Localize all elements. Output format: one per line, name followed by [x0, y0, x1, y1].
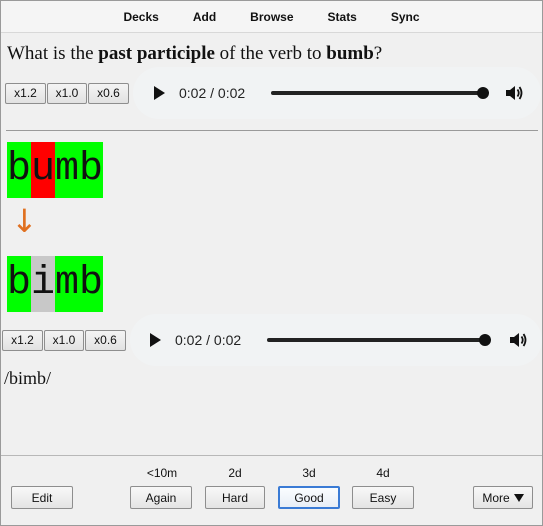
- word-segment: mb: [55, 142, 104, 198]
- triangle-down-icon: [513, 493, 524, 502]
- nav-decks[interactable]: Decks: [106, 10, 175, 24]
- word-segment: b: [7, 142, 32, 198]
- audio-progress-knob[interactable]: [479, 334, 492, 346]
- word-segment: mb: [55, 256, 104, 312]
- audio-row-answer: x1.2 x1.0 x0.6 0:02 / 0:02: [2, 314, 542, 366]
- word-segment-changed: u: [31, 142, 56, 198]
- volume-icon[interactable]: [508, 330, 528, 350]
- edit-button[interactable]: Edit: [11, 486, 73, 509]
- audio-player: 0:02 / 0:02: [133, 67, 541, 119]
- volume-icon[interactable]: [504, 83, 524, 103]
- speed-1-0-button[interactable]: x1.0: [44, 329, 84, 351]
- audio-progress-bar[interactable]: [271, 87, 490, 99]
- play-icon[interactable]: [154, 86, 165, 100]
- speed-buttons: x1.2 x1.0 x0.6: [2, 329, 126, 351]
- nav-stats[interactable]: Stats: [311, 10, 374, 24]
- nav-browse[interactable]: Browse: [233, 10, 310, 24]
- top-nav: Decks Add Browse Stats Sync: [1, 1, 542, 33]
- due-easy: 4d: [376, 466, 390, 480]
- ipa-transcription: /bimb/: [4, 368, 52, 388]
- more-button[interactable]: More: [473, 486, 533, 509]
- nav-add[interactable]: Add: [176, 10, 233, 24]
- nav-sync[interactable]: Sync: [374, 10, 437, 24]
- due-hard: 2d: [228, 466, 242, 480]
- speed-1-2-button[interactable]: x1.2: [5, 82, 46, 104]
- word-before: b u mb: [7, 142, 104, 198]
- due-again: <10m: [146, 466, 178, 480]
- speed-buttons: x1.2 x1.0 x0.6: [5, 82, 129, 104]
- speed-0-6-button[interactable]: x0.6: [88, 82, 129, 104]
- speed-0-6-button[interactable]: x0.6: [85, 329, 126, 351]
- hard-button[interactable]: Hard: [205, 486, 265, 509]
- audio-time: 0:02 / 0:02: [175, 332, 242, 348]
- more-label: More: [482, 490, 510, 505]
- down-arrow-icon: ↓: [11, 202, 38, 240]
- speed-1-0-button[interactable]: x1.0: [47, 82, 87, 104]
- easy-button[interactable]: Easy: [352, 486, 414, 509]
- due-good: 3d: [302, 466, 316, 480]
- word-segment: b: [7, 256, 32, 312]
- question-text: What is the past participle of the verb …: [7, 43, 383, 64]
- audio-progress-knob[interactable]: [477, 87, 490, 99]
- audio-time: 0:02 / 0:02: [179, 85, 246, 101]
- word-segment-changed: i: [31, 256, 56, 312]
- again-button[interactable]: Again: [130, 486, 192, 509]
- good-button[interactable]: Good: [278, 486, 340, 509]
- audio-player: 0:02 / 0:02: [130, 314, 542, 366]
- audio-row-question: x1.2 x1.0 x0.6 0:02 / 0:02: [5, 67, 541, 119]
- answer-divider: [6, 130, 538, 131]
- card-content: What is the past participle of the verb …: [1, 34, 542, 454]
- word-after: b i mb: [7, 256, 104, 312]
- audio-progress-bar[interactable]: [267, 334, 492, 346]
- play-icon[interactable]: [150, 333, 161, 347]
- speed-1-2-button[interactable]: x1.2: [2, 329, 43, 351]
- review-bottom-bar: Edit <10m 2d 3d 4d Again Hard Good Easy …: [1, 455, 542, 525]
